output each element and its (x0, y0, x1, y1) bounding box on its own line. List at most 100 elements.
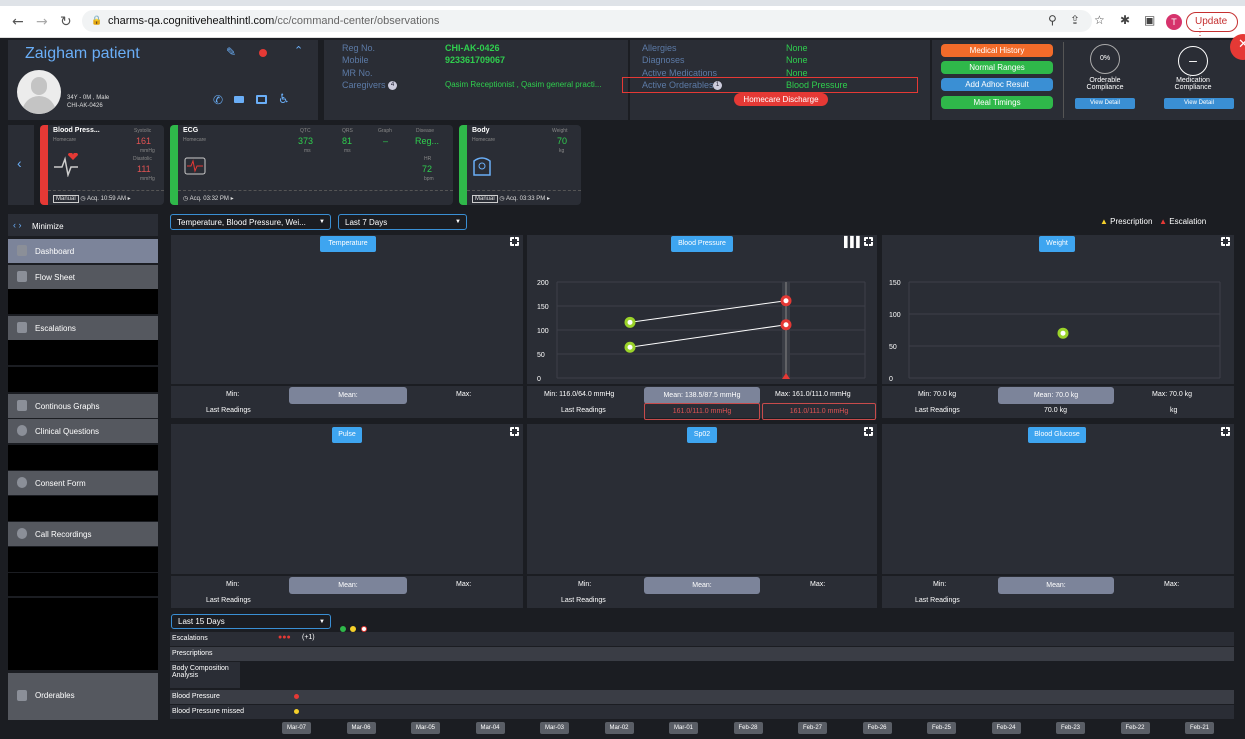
timeline-date[interactable]: Feb-22 (1120, 722, 1150, 734)
mean-button[interactable]: Mean: (289, 577, 407, 594)
meal-timings-button[interactable]: Meal Timings (941, 96, 1053, 109)
sidebar-item-call-recordings[interactable]: Call Recordings (8, 522, 158, 546)
reload-icon[interactable]: ↻ (60, 14, 72, 30)
expand-icon[interactable] (1220, 426, 1231, 437)
sidebar: ‹ › Minimize Dashboard Flow Sheet Escalat… (8, 214, 158, 739)
panel-title[interactable]: Weight (1039, 236, 1075, 252)
timeline-date[interactable]: Mar-02 (604, 722, 634, 734)
timeline-date[interactable]: Feb-21 (1185, 722, 1215, 734)
mean-button[interactable]: Mean: (644, 577, 760, 594)
timeline-date[interactable]: Feb-27 (798, 722, 828, 734)
accessibility-icon[interactable]: ♿ (278, 92, 290, 107)
phone-icon[interactable]: ✆ (213, 93, 223, 107)
timeline-range-select[interactable]: Last 15 Days ▼ (171, 614, 331, 629)
sidebar-item-orderables[interactable]: Orderables (8, 673, 158, 720)
mean-button[interactable]: Mean: (289, 387, 407, 404)
video-icon[interactable] (234, 96, 244, 103)
vital-card-blood-pressure[interactable]: Blood Press... Homecare Systolic 161 mmH… (40, 125, 164, 205)
timeline-date[interactable]: Mar-04 (475, 722, 505, 734)
mean-button[interactable]: Mean: 138.5/87.5 mmHg (644, 387, 760, 404)
blood-glucose-panel: Blood Glucose (882, 424, 1234, 574)
timeline-date[interactable]: Mar-01 (669, 722, 699, 734)
panel-title[interactable]: Pulse (332, 427, 362, 443)
timeline-row-escalations[interactable]: Escalations ●●● (+1) (170, 632, 1234, 646)
patient-demographics: 34Y - 0M , Male (67, 95, 110, 101)
minimize-button[interactable]: ‹ › Minimize (8, 214, 158, 236)
homecare-discharge-badge[interactable]: Homecare Discharge (734, 93, 828, 106)
collapse-icon[interactable]: ⌃ (294, 44, 303, 57)
diastolic-value: 111 (137, 164, 151, 174)
systolic-value: 161 (136, 136, 152, 146)
timeline-date[interactable]: Mar-07 (282, 722, 312, 734)
timeline-row-blood-pressure[interactable]: Blood Pressure (170, 690, 1234, 704)
vitals-prev-button[interactable]: ‹ (8, 125, 34, 205)
timeline-date[interactable]: Feb-25 (927, 722, 957, 734)
reg-label: Reg No. (342, 43, 376, 53)
panel-title[interactable]: Blood Glucose (1028, 427, 1086, 443)
back-icon[interactable]: ← (12, 14, 24, 30)
timeline-date[interactable]: Feb-24 (991, 722, 1021, 734)
mean-button[interactable]: Mean: (998, 577, 1114, 594)
orderables-value[interactable]: Blood Pressure (786, 80, 848, 90)
timeline-row-blood-pressure-missed[interactable]: Blood Pressure missed (170, 705, 1234, 719)
forward-icon[interactable]: → (36, 14, 48, 30)
last-reading-unit: kg (1170, 407, 1178, 414)
sidebar-item-consent-form[interactable]: Consent Form (8, 471, 158, 495)
sidebar-item-flow-sheet[interactable]: Flow Sheet (8, 265, 158, 289)
history-icon (17, 245, 27, 256)
document-icon (17, 271, 27, 282)
timeline-date[interactable]: Feb-26 (862, 722, 892, 734)
address-bar[interactable]: 🔒 charms-qa.cognitivehealthintl.com/cc/c… (82, 10, 1092, 32)
red-event-dot[interactable] (294, 694, 299, 699)
add-adhoc-result-button[interactable]: Add Adhoc Result (941, 78, 1053, 91)
star-icon[interactable]: ☆ (1094, 13, 1105, 27)
expand-icon[interactable] (1220, 236, 1231, 247)
range-select[interactable]: Last 7 Days ▼ (338, 214, 467, 230)
share-icon[interactable]: ⇪ (1070, 13, 1080, 27)
vital-card-ecg[interactable]: ECG Homecare QTC 373 ms QRS 81 ms Graph … (170, 125, 453, 205)
status-bar (459, 125, 467, 205)
last-readings-label: Last Readings (561, 407, 606, 414)
orderable-compliance-gauge: 0% (1090, 44, 1120, 74)
timeline-date[interactable]: Feb-28 (733, 722, 763, 734)
extensions-icon[interactable]: ✱ (1120, 13, 1130, 27)
yellow-event-dot[interactable] (294, 709, 299, 714)
sidebar-item-escalations[interactable]: Escalations (8, 316, 158, 340)
sidebar-item-dashboard[interactable]: Dashboard (8, 239, 158, 263)
timeline-date[interactable]: Mar-03 (540, 722, 570, 734)
timeline-date[interactable]: Mar-06 (346, 722, 376, 734)
orderable-view-detail-button[interactable]: View Detail (1075, 98, 1135, 109)
sidepanel-icon[interactable]: ▣ (1144, 13, 1155, 27)
sidebar-item-continous-graphs[interactable]: Continous Graphs (8, 394, 158, 418)
expand-icon[interactable] (509, 426, 520, 437)
expand-icon[interactable] (863, 426, 874, 437)
expand-icon[interactable] (863, 236, 874, 247)
panel-title[interactable]: Sp02 (687, 427, 717, 443)
panel-title[interactable]: Temperature (320, 236, 376, 252)
caregivers-value[interactable]: Qasim Receptionist , Qasim general pract… (445, 80, 602, 89)
timeline-date[interactable]: Feb-23 (1056, 722, 1086, 734)
panel-title[interactable]: Blood Pressure (671, 236, 733, 252)
timeline-row-prescriptions[interactable]: Prescriptions (170, 647, 1234, 661)
vital-sub: Homecare (53, 137, 77, 143)
spo2-panel: Sp02 (527, 424, 877, 574)
timeline-date[interactable]: Mar-05 (411, 722, 441, 734)
chat-icon[interactable] (256, 95, 267, 104)
expand-icon[interactable] (509, 236, 520, 247)
sidebar-item-clinical-questions[interactable]: Clinical Questions (8, 419, 158, 443)
vitals-select[interactable]: Temperature, Blood Pressure, Wei... ▼ (170, 214, 331, 230)
medical-history-button[interactable]: Medical History (941, 44, 1053, 57)
bar-chart-toggle-icon[interactable]: ▌▌▌ (844, 237, 863, 248)
edit-icon[interactable]: ✎ (226, 45, 236, 59)
y-tick-label: 0 (889, 376, 893, 383)
medication-view-detail-button[interactable]: View Detail (1164, 98, 1234, 109)
zoom-icon[interactable]: ⚲ (1048, 13, 1057, 27)
escalation-icon (17, 322, 27, 333)
timeline-row-body-composition[interactable]: Body Composition Analysis (170, 662, 240, 688)
update-button[interactable]: Update ⋮ (1186, 12, 1238, 38)
mean-button[interactable]: Mean: 70.0 kg (998, 387, 1114, 404)
data-point (783, 322, 789, 328)
normal-ranges-button[interactable]: Normal Ranges (941, 61, 1053, 74)
profile-avatar[interactable]: T (1166, 14, 1182, 30)
vital-card-body[interactable]: Body Homecare Weight 70 kg Manual ◷ Acq.… (459, 125, 581, 205)
